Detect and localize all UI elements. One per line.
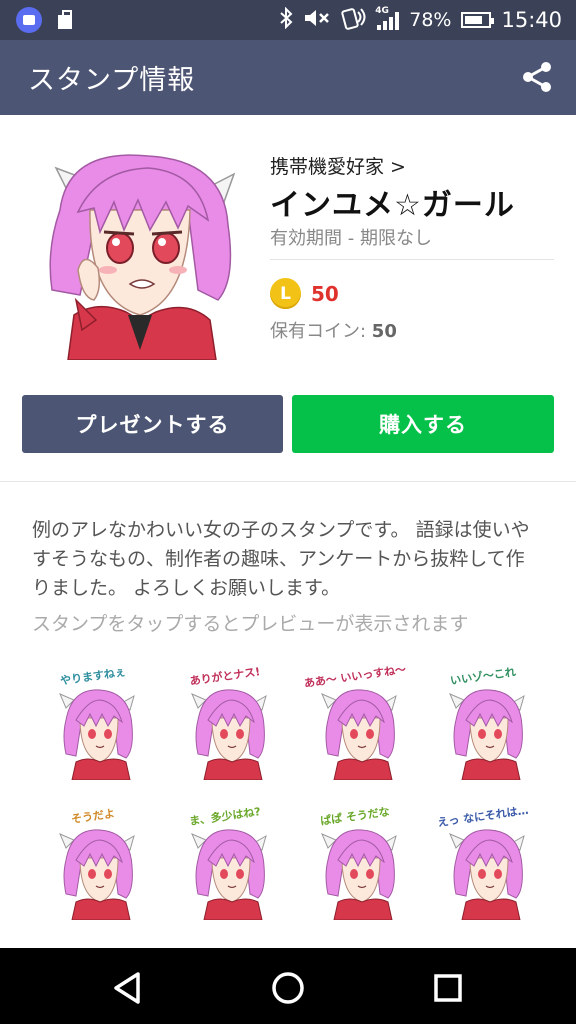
sticker-title: インユメ☆ガール bbox=[270, 188, 515, 223]
sticker-item[interactable]: いいゾ〜これ bbox=[428, 665, 538, 781]
sticker-item[interactable]: ぱぱ そうだな bbox=[300, 805, 410, 921]
coin-icon: L bbox=[270, 278, 301, 309]
sticker-item[interactable]: ああ〜 いいっすね〜 bbox=[300, 663, 410, 781]
sticker-item[interactable]: ま、多少はね? bbox=[170, 805, 280, 921]
price: 50 bbox=[311, 282, 339, 306]
sticker-item[interactable]: えっ なにそれは… bbox=[428, 804, 538, 921]
bluetooth-icon bbox=[279, 6, 293, 34]
divider bbox=[270, 259, 554, 260]
mute-icon bbox=[303, 8, 331, 33]
nfc-icon bbox=[341, 6, 367, 35]
clock: 15:40 bbox=[501, 8, 562, 32]
signal-icon: 4G bbox=[375, 6, 400, 30]
battery-icon bbox=[461, 12, 495, 28]
status-bar: 4G 78% 15:40 bbox=[0, 0, 576, 40]
sticker-grid: やりますねぇ ありがとナス! ああ〜 いいっすね〜 いいゾ〜これそうだよ ま、多少はね?… bbox=[0, 660, 576, 950]
recents-icon[interactable] bbox=[426, 966, 470, 1010]
share-icon[interactable] bbox=[520, 60, 554, 94]
sticker-main-image bbox=[49, 154, 236, 360]
validity-text: 有効期間 - 期限なし bbox=[270, 228, 432, 249]
clipboard-icon bbox=[56, 9, 74, 31]
battery-percent: 78% bbox=[409, 9, 452, 31]
page-title: スタンプ情報 bbox=[28, 65, 196, 96]
preview-hint: スタンプをタップするとプレビューが表示されます bbox=[32, 613, 469, 635]
app-bar: スタンプ情報 bbox=[0, 40, 576, 115]
sticker-item[interactable]: やりますねぇ bbox=[38, 665, 148, 781]
sticker-item[interactable]: ありがとナス! bbox=[170, 665, 280, 781]
sticker-item[interactable]: そうだよ bbox=[38, 807, 148, 921]
present-button[interactable]: プレゼントする bbox=[22, 395, 283, 453]
buy-button[interactable]: 購入する bbox=[292, 395, 554, 453]
app-notification-icon bbox=[16, 7, 42, 33]
owned-coins: 保有コイン: 50 bbox=[270, 317, 397, 343]
description: 例のアレなかわいい女の子のスタンプです。 語録は使いやすそうなもの、制作者の趣味… bbox=[32, 519, 530, 599]
back-icon[interactable] bbox=[106, 966, 150, 1010]
owned-coins-label: 保有コイン: bbox=[270, 321, 372, 342]
nav-bar bbox=[0, 948, 576, 1024]
divider bbox=[0, 481, 576, 482]
home-icon[interactable] bbox=[266, 966, 310, 1010]
owned-coins-value: 50 bbox=[371, 321, 397, 342]
author-link[interactable]: 携帯機愛好家 > bbox=[270, 152, 406, 179]
